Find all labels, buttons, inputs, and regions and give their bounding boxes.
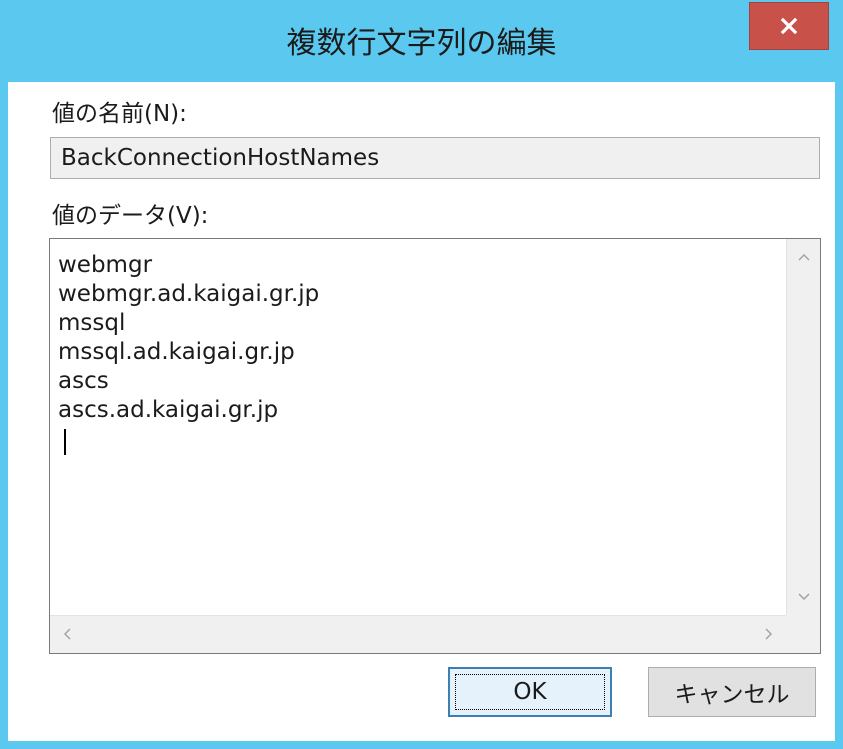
vertical-scrollbar[interactable]	[786, 239, 820, 615]
text-caret	[64, 429, 66, 455]
data-line: mssql.ad.kaigai.gr.jp	[58, 339, 295, 365]
data-line: mssql	[58, 310, 126, 336]
scroll-left-button[interactable]	[50, 616, 84, 652]
value-name-field[interactable]: BackConnectionHostNames	[50, 137, 820, 179]
horizontal-scrollbar[interactable]	[50, 615, 786, 653]
cancel-button[interactable]: キャンセル	[648, 667, 816, 717]
close-button[interactable]	[749, 2, 829, 50]
scroll-down-button[interactable]	[787, 579, 821, 615]
value-data-textarea[interactable]: webmgr webmgr.ad.kaigai.gr.jp mssql mssq…	[49, 238, 821, 654]
data-line: ascs	[58, 368, 109, 394]
title-bar[interactable]: 複数行文字列の編集	[0, 0, 843, 82]
data-line: ascs.ad.kaigai.gr.jp	[58, 397, 279, 423]
chevron-down-icon	[798, 593, 810, 600]
close-icon	[780, 17, 798, 35]
value-data-text[interactable]: webmgr webmgr.ad.kaigai.gr.jp mssql mssq…	[58, 251, 780, 425]
scroll-right-button[interactable]	[752, 616, 786, 652]
ok-button[interactable]: OK	[448, 667, 612, 717]
value-data-label: 値のデータ(V):	[52, 203, 209, 229]
chevron-left-icon	[64, 628, 71, 640]
data-line: webmgr.ad.kaigai.gr.jp	[58, 281, 320, 307]
chevron-up-icon	[798, 254, 810, 261]
dialog-client-area: 値の名前(N): BackConnectionHostNames 値のデータ(V…	[8, 82, 835, 741]
dialog-window: 複数行文字列の編集 値の名前(N): BackConnectionHostNam…	[0, 0, 843, 749]
data-line: webmgr	[58, 252, 153, 278]
chevron-right-icon	[765, 628, 772, 640]
scroll-up-button[interactable]	[787, 239, 821, 275]
scrollbar-corner	[786, 615, 820, 653]
value-name-label: 値の名前(N):	[52, 101, 187, 127]
dialog-title: 複数行文字列の編集	[286, 26, 557, 61]
